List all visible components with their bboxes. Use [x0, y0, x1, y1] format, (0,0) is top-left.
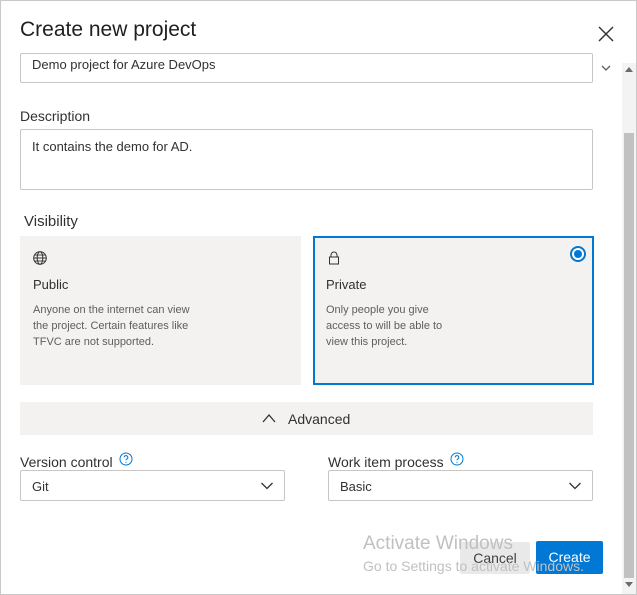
version-control-label: Version control: [20, 454, 113, 470]
private-radio-selected[interactable]: [570, 246, 586, 262]
create-button[interactable]: Create: [536, 541, 603, 574]
help-icon[interactable]: [119, 452, 133, 466]
work-item-process-label: Work item process: [328, 454, 444, 470]
visibility-private-description: Only people you give access to will be a…: [326, 304, 443, 348]
advanced-toggle[interactable]: Advanced: [20, 402, 593, 435]
dialog-title: Create new project: [20, 18, 197, 41]
visibility-public-description: Anyone on the internet can view the proj…: [33, 304, 190, 348]
scroll-thumb[interactable]: [624, 133, 634, 578]
scrollbar[interactable]: [622, 63, 636, 594]
project-name-value: Demo project for Azure DevOps: [32, 57, 216, 72]
chevron-down-icon: [261, 482, 273, 490]
description-input[interactable]: It contains the demo for AD.: [20, 129, 593, 190]
work-item-process-value: Basic: [340, 479, 372, 494]
help-icon[interactable]: [450, 452, 464, 466]
scroll-down-arrow-icon[interactable]: [625, 582, 633, 587]
chevron-up-icon: [262, 414, 276, 423]
visibility-option-private[interactable]: Private Only people you give access to w…: [313, 236, 594, 385]
scroll-up-arrow-icon[interactable]: [625, 67, 633, 72]
globe-icon: [33, 251, 47, 265]
version-control-dropdown[interactable]: Git: [20, 470, 285, 501]
close-icon: [598, 26, 614, 42]
visibility-label: Visibility: [24, 213, 78, 230]
cancel-button[interactable]: Cancel: [460, 542, 530, 574]
lock-icon: [329, 251, 339, 265]
close-button[interactable]: [595, 23, 617, 45]
chevron-down-icon: [569, 482, 581, 490]
version-control-value: Git: [32, 479, 49, 494]
description-label: Description: [20, 108, 91, 124]
visibility-option-public[interactable]: Public Anyone on the internet can view t…: [20, 236, 301, 385]
advanced-label: Advanced: [288, 411, 351, 427]
work-item-process-dropdown[interactable]: Basic: [328, 470, 593, 501]
project-name-input[interactable]: Demo project for Azure DevOps: [20, 53, 593, 83]
visibility-private-title: Private: [326, 277, 367, 292]
visibility-public-title: Public: [33, 277, 69, 292]
create-project-dialog: Create new project Demo project for Azur…: [0, 0, 637, 595]
chevron-down-icon[interactable]: [599, 61, 613, 75]
